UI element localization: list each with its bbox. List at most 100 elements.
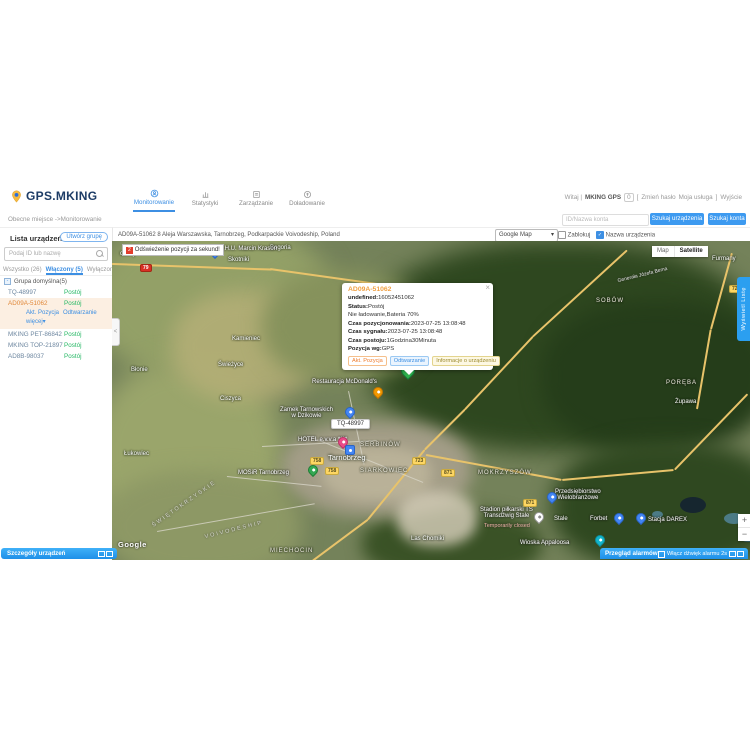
sidebar-title: Lista urządzeń [10, 234, 62, 243]
device-row[interactable]: AD8B-98037Postój [0, 351, 112, 362]
group-label: Grupa domyślna(5) [14, 278, 67, 285]
expand-icon[interactable] [106, 551, 113, 557]
map-type-map-button[interactable]: Map [652, 246, 675, 257]
change-password-link[interactable]: Zmień hasło [641, 194, 675, 201]
popup-buttons: Akt. PozycjaOdtwarzanieInformacje o urzą… [348, 356, 488, 366]
secondary-bar: Obecne miejsce ->Monitorowanie ID/Nazwa … [0, 213, 750, 227]
device-row[interactable]: MKING TOP-21897Postój [0, 340, 112, 351]
create-group-button[interactable]: Utwórz grupę [60, 232, 108, 242]
map-label: Restauracja McDonald's [312, 379, 377, 385]
device-list: TQ-48997PostójAD09A-51062PostójAkt. Pozy… [0, 287, 112, 362]
popup-button-yellow[interactable]: Informacje o urządzeniu [432, 356, 500, 366]
account-name[interactable]: MKING GPS [585, 194, 621, 201]
map-label: MOKRZYSZÓW [478, 470, 532, 476]
lock-checkbox[interactable] [558, 231, 566, 239]
map-label: Temporarily closed [484, 523, 530, 529]
zoom-in-button[interactable]: + [738, 514, 750, 528]
minimize-icon[interactable] [98, 551, 105, 557]
device-sidebar: Lista urządzeń Utwórz grupę Podaj ID lub… [0, 227, 113, 549]
poi-marker-white[interactable] [532, 510, 546, 524]
popup-button-blue[interactable]: Odtwarzanie [390, 356, 429, 366]
map-label: Błonie [131, 367, 148, 373]
device-details-bar[interactable]: Szczegóły urządzeń [1, 548, 117, 559]
filter-tab[interactable]: Wszystko (26) [3, 266, 42, 275]
map-label: SERBINÓW [360, 442, 401, 448]
tab-label: Monitorowanie [134, 199, 174, 206]
search-account-button[interactable]: Szukaj konta [708, 213, 746, 225]
map-toolbar: AD09A-51062 8 Aleja Warszawska, Tarnobrz… [112, 227, 750, 242]
device-name-option[interactable]: ✓ Nazwa urządzenia [596, 231, 655, 239]
user-area: Witaj | MKING GPS 0 [ Zmień hasło Moja u… [565, 193, 742, 202]
popup-device-name: AD09A-51062 [348, 286, 488, 293]
device-row[interactable]: AD09A-51062Postój [0, 298, 112, 309]
close-icon[interactable]: × [485, 283, 490, 292]
map-label: Przedsiębiorstwo Wielobranżowe [555, 489, 601, 501]
map-label: Zamek Tarnowskich w Dzikowie [280, 407, 333, 419]
popup-info-line: Czas postoju:1Godzina30Minuta [348, 337, 488, 346]
popup-button-orange[interactable]: Akt. Pozycja [348, 356, 387, 366]
map-label: Skotniki [228, 257, 249, 263]
popup-info-line: Czas pozycjonowania:2023-07-25 13:08:48 [348, 320, 488, 329]
logo[interactable]: GPS.MKING [10, 189, 97, 203]
road-badge: 758 [325, 467, 339, 475]
map-canvas[interactable]: 2 Odświeżenie pozycji za sekund! Map Sat… [112, 241, 750, 560]
sidebar-collapse-handle[interactable]: < [112, 318, 120, 346]
poi-marker-device[interactable] [345, 445, 355, 455]
map-label: Stacja DAREX [648, 517, 687, 523]
device-name: AD8B-98037 [8, 351, 44, 362]
map-label: Łukowiec [124, 451, 149, 457]
show-list-side-tab[interactable]: Wyświetl Listę [737, 277, 750, 341]
refresh-notice-text: Odświeżenie pozycji za sekund! [135, 247, 220, 253]
device-row[interactable]: TQ-48997Postój [0, 287, 112, 298]
logo-pin-icon [10, 190, 23, 203]
device-search-input[interactable]: Podaj ID lub nazwę [4, 247, 108, 261]
lock-option[interactable]: Zablokuj [558, 231, 590, 239]
search-device-button[interactable]: Szukaj urządzenia [650, 213, 704, 225]
map-label: PORĘBA [666, 380, 697, 386]
alarm-overview-bar[interactable]: Przegląd alarmów Włącz dźwięk alarmu 2s [600, 548, 748, 559]
refresh-notice: 2 Odświeżenie pozycji za sekund! [122, 244, 224, 256]
tab-management[interactable]: Zarządzanie [235, 185, 277, 212]
group-collapse-icon[interactable]: - [4, 278, 11, 285]
map-type-satellite-button[interactable]: Satellite [675, 246, 708, 257]
tab-statistics[interactable]: Statystyki [184, 185, 226, 212]
minimize-icon[interactable] [729, 551, 736, 557]
device-name-checkbox[interactable]: ✓ [596, 231, 604, 239]
map-label: Ciszyca [220, 396, 241, 402]
device-more-link[interactable]: więcej▾ [26, 319, 46, 325]
device-row[interactable]: MKING PET-86842Postój [0, 329, 112, 340]
map-label: Forbet [590, 516, 607, 522]
monitoring-icon [150, 189, 159, 198]
device-status: Postój [64, 329, 82, 340]
account-search-input[interactable]: ID/Nazwa konta [562, 214, 649, 226]
tab-monitoring[interactable]: Monitorowanie [133, 185, 175, 212]
device-name-tooltip[interactable]: TQ-48997 [331, 419, 370, 429]
device-action-link[interactable]: Odtwarzanie [63, 310, 97, 316]
tab-topup[interactable]: Doładowanie [286, 185, 328, 212]
message-count-badge[interactable]: 0 [624, 193, 634, 202]
search-icon[interactable] [96, 250, 103, 257]
device-status: Postój [64, 340, 82, 351]
management-icon [252, 190, 261, 199]
device-action-link[interactable]: Akt. Pozycja [26, 310, 59, 316]
zoom-control: + − [738, 514, 750, 541]
expand-icon[interactable] [737, 551, 744, 557]
app-header: GPS.MKING Monitorowanie Statystyki Zarzą… [0, 185, 750, 212]
alarm-sound-label: Włącz dźwięk alarmu 2s [667, 551, 727, 557]
map-label: Świeżyce [218, 362, 243, 368]
map-label: SOBÓW [596, 298, 624, 304]
alarm-sound-checkbox[interactable] [658, 551, 665, 558]
my-service-link[interactable]: Moja usługa [679, 194, 713, 201]
popup-info-line: Status:Postój [348, 303, 488, 312]
alarm-bar-title: Przegląd alarmów [605, 550, 658, 557]
device-group-row[interactable]: - Grupa domyślna(5) [4, 278, 67, 285]
statistics-icon [201, 190, 210, 199]
zoom-out-button[interactable]: − [738, 528, 750, 541]
popup-info-line: Nie ładowanie,Bateria 70% [348, 311, 488, 320]
road-badge: 79 [140, 264, 152, 272]
road-badge: 871 [523, 499, 537, 507]
logout-link[interactable]: Wyjście [720, 194, 742, 201]
poi-marker-blue[interactable] [343, 405, 357, 419]
device-name: MKING PET-86842 [8, 329, 62, 340]
filter-tab[interactable]: Włączony (5) [46, 266, 83, 275]
